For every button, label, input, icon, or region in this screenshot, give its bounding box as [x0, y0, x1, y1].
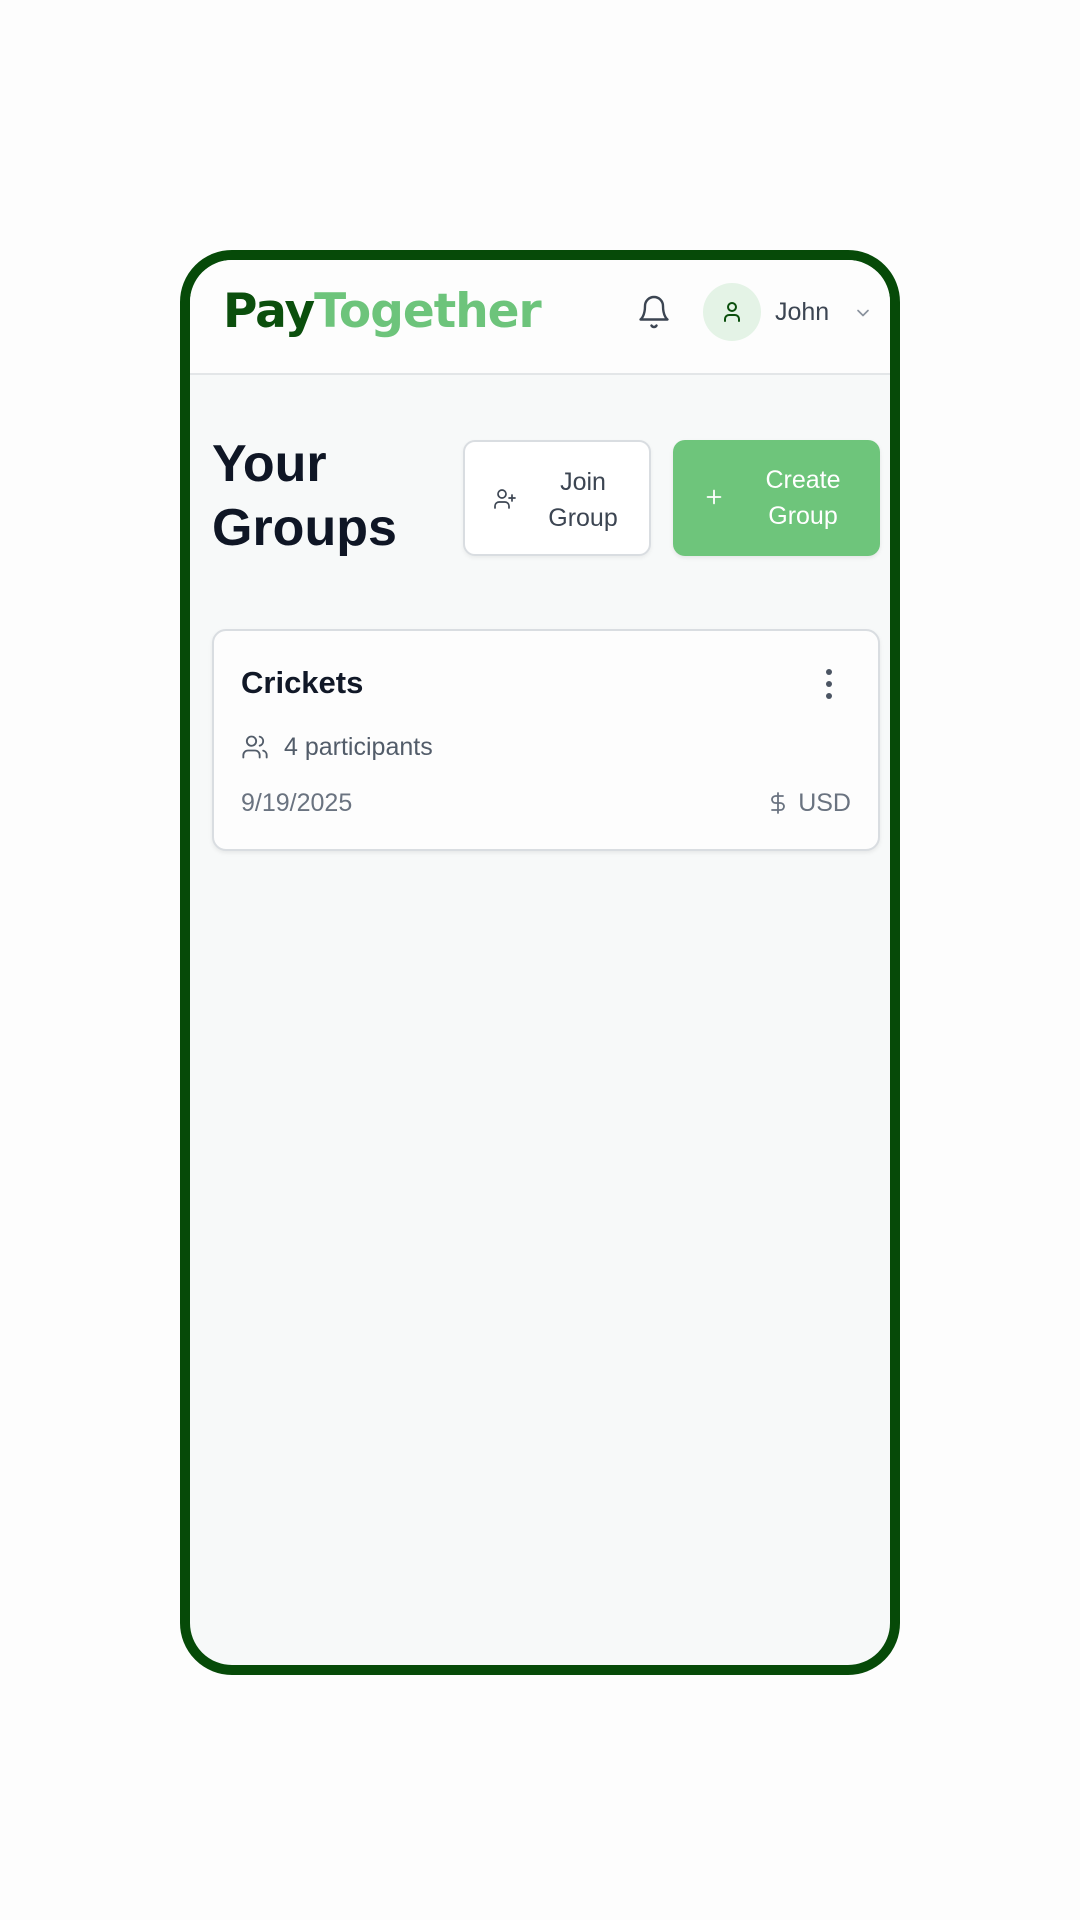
- create-group-button[interactable]: Create Group: [673, 440, 880, 556]
- group-card[interactable]: Crickets 4 participants 9/19/2025 USD: [212, 629, 880, 851]
- group-name: Crickets: [241, 665, 364, 700]
- app-frame: PayTogether John Your Groups Join Group …: [180, 250, 900, 1675]
- join-group-label: Join Group: [548, 468, 618, 532]
- create-group-label: Create Group: [765, 466, 841, 530]
- bell-icon: [639, 295, 669, 329]
- dollar-sign-icon: [771, 792, 786, 814]
- currency-code: USD: [798, 789, 851, 817]
- chevron-down-icon: [857, 309, 869, 317]
- group-currency: USD: [766, 787, 851, 819]
- avatar: [703, 283, 761, 341]
- logo-text-together: Together: [314, 284, 542, 339]
- participants-count: 4 participants: [284, 733, 433, 761]
- user-icon: [724, 302, 740, 322]
- users-icon: [242, 735, 268, 759]
- join-group-button[interactable]: Join Group: [463, 440, 651, 556]
- plus-icon: [706, 489, 722, 505]
- app-logo[interactable]: PayTogether: [223, 282, 542, 342]
- page-title: Your Groups: [212, 435, 397, 557]
- user-menu[interactable]: John: [703, 283, 883, 341]
- logo-text-pay: Pay: [223, 284, 315, 339]
- notifications-button[interactable]: [636, 294, 672, 330]
- app-header: PayTogether John: [190, 260, 890, 375]
- user-plus-icon: [494, 489, 516, 509]
- group-date: 9/19/2025: [241, 789, 353, 817]
- user-name: John: [775, 298, 830, 326]
- more-vertical-icon[interactable]: [814, 665, 844, 703]
